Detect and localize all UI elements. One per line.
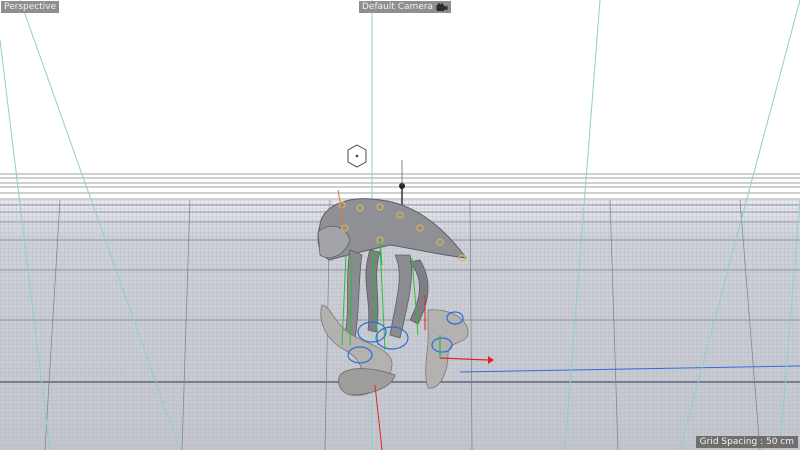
3d-viewport[interactable]: Perspective Default Camera Grid Spacing …: [0, 0, 800, 450]
camera-selector[interactable]: Default Camera: [359, 1, 452, 13]
camera-target-gizmo[interactable]: [347, 144, 367, 168]
viewport-scene[interactable]: [0, 0, 800, 450]
grid-spacing-readout: Grid Spacing : 50 cm: [695, 436, 798, 448]
camera-icon: [436, 2, 448, 11]
view-mode-label[interactable]: Perspective: [1, 1, 60, 13]
camera-name-label: Default Camera: [362, 2, 434, 12]
